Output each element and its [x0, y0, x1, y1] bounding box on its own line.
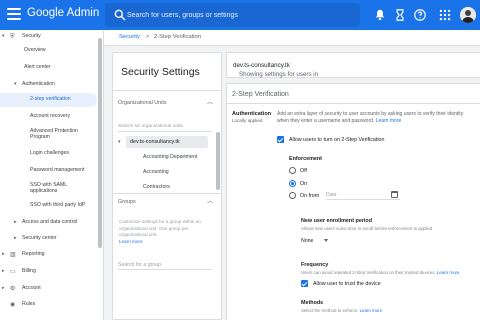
enforcement-off-radio[interactable] [289, 167, 296, 174]
top-app-bar: Google Admin [0, 0, 480, 30]
breadcrumb-current: 2-Step Verification [154, 34, 202, 40]
showing-settings-banner: Showing settings for users in dev.ts-con… [226, 52, 480, 78]
sidebar-item-sso-saml[interactable]: SSO with SAML applications [30, 180, 90, 198]
chevron-down-icon: ▾ [14, 81, 17, 88]
dropdown-arrow-icon [324, 239, 328, 242]
new-user-enrollment-title: New user enrollment period [301, 218, 372, 224]
enforcement-on-from-radio[interactable] [289, 192, 296, 199]
credit-card-icon: ▭ [10, 268, 16, 275]
help-icon[interactable] [413, 8, 427, 22]
authentication-label: Authentication [232, 111, 272, 117]
org-unit-root[interactable]: dev.ts-consultancy.tk [126, 136, 208, 148]
chevron-down-icon: ▾ [2, 33, 5, 40]
sidebar-item-rules[interactable]: ◉ Rules [10, 298, 35, 312]
org-unit-accounting-department[interactable]: Accounting Department [143, 154, 197, 160]
enforcement-off-label: Off [300, 168, 307, 174]
enforcement-on-radio[interactable] [289, 180, 296, 187]
chevron-right-icon: ▸ [2, 268, 5, 275]
nav-scrollbar[interactable] [98, 38, 102, 248]
sidebar-item-account[interactable]: ▸ ⚙ Account [2, 282, 41, 296]
auth-learn-more-link[interactable]: Learn more [376, 118, 402, 124]
account-settings-icon: ⚙ [10, 285, 16, 292]
frequency-learn-more-link[interactable]: Learn more [437, 270, 459, 275]
groups-header: Groups [118, 199, 136, 205]
apps-grid-icon[interactable] [438, 8, 452, 22]
chevron-right-icon: ▸ [14, 219, 17, 226]
methods-learn-more-link[interactable]: Learn more [360, 308, 382, 313]
frequency-description: Users can avoid repeated 2-Step Verifica… [301, 270, 460, 275]
user-avatar-image [460, 7, 476, 23]
trust-device-checkbox[interactable] [301, 280, 308, 287]
sidebar-item-login-challenges[interactable]: Login challenges [30, 147, 69, 161]
enrollment-period-select[interactable]: None [301, 236, 331, 246]
allow-2sv-label: Allow users to turn on 2-Step Verificati… [289, 137, 385, 143]
org-units-scrollbar[interactable] [216, 132, 220, 190]
main-menu-icon[interactable] [7, 8, 21, 22]
sidebar-item-reporting[interactable]: ▸ ▥ Reporting [2, 248, 45, 262]
new-user-enrollment-description: Allows new users some time to enroll bef… [301, 226, 433, 231]
hourglass-icon[interactable] [393, 8, 407, 22]
chevron-right-icon: ▸ [14, 235, 17, 242]
org-unit-contractors[interactable]: Contractors [143, 184, 170, 190]
frequency-title: Frequency [301, 262, 329, 268]
bar-chart-icon: ▥ [10, 251, 16, 258]
collapse-groups-icon[interactable]: ︿ [206, 199, 214, 205]
panel-divider [112, 193, 222, 194]
card-title: 2-Step Verification [232, 91, 289, 98]
groups-description: Customize settings for a group within an… [119, 219, 201, 244]
left-navigation: ▾ ⛨ Security Overview Alert center ▾ Aut… [0, 30, 104, 320]
trust-device-label: Allow user to trust the device [313, 281, 381, 287]
app-logo[interactable]: Google Admin [27, 7, 99, 19]
search-icon [114, 9, 126, 21]
locally-applied-label: Locally applied [232, 118, 263, 123]
sidebar-item-authentication[interactable]: ▾ Authentication [14, 78, 55, 92]
sidebar-item-password-management[interactable]: Password management [30, 164, 85, 178]
search-input[interactable] [127, 6, 352, 24]
sidebar-item-advanced-protection[interactable]: Advanced Protection Program [30, 126, 94, 144]
authentication-description: Add an extra layer of security to user a… [277, 111, 464, 125]
allow-2sv-checkbox[interactable] [277, 136, 284, 143]
card-divider [226, 103, 480, 104]
group-search-input[interactable] [118, 260, 212, 270]
sidebar-item-security[interactable]: ▾ ⛨ Security [0, 30, 98, 44]
sidebar-item-sso-third-party[interactable]: SSO with third party IdP [30, 199, 85, 213]
breadcrumb: Security > 2-Step Verification [104, 30, 480, 46]
panel-divider [112, 90, 222, 91]
groups-learn-more-link[interactable]: Learn more [119, 239, 143, 244]
shield-icon: ⛨ [10, 33, 15, 40]
page-title: Security Settings [121, 66, 200, 78]
search-box[interactable] [105, 3, 360, 27]
rules-icon: ◉ [10, 301, 16, 308]
user-avatar[interactable] [460, 7, 476, 23]
enforcement-date-input[interactable] [326, 191, 400, 200]
sidebar-item-overview[interactable]: Overview [24, 44, 46, 58]
sidebar-item-alert-center[interactable]: Alert center [24, 61, 51, 75]
methods-title: Methods [301, 300, 324, 306]
sidebar-item-billing[interactable]: ▸ ▭ Billing [2, 265, 36, 279]
sidebar-item-account-recovery[interactable]: Account recovery [30, 110, 70, 124]
sidebar-item-2-step-verification[interactable]: 2-step verification [0, 93, 97, 107]
chevron-right-icon: ▸ [2, 251, 5, 258]
chevron-right-icon: ▸ [2, 285, 5, 292]
current-org-unit: dev.ts-consultancy.tk [233, 62, 290, 69]
org-units-search-input[interactable] [118, 122, 212, 132]
enforcement-title: Enforcement [289, 156, 322, 162]
breadcrumb-security-link[interactable]: Security [119, 34, 140, 40]
chevron-down-icon[interactable]: ▾ [118, 139, 121, 145]
enforcement-on-from-label: On from [300, 193, 320, 199]
methods-description: Select the method to enforce. Learn more [301, 308, 383, 313]
calendar-icon[interactable] [391, 191, 398, 198]
org-units-header: Organizational Units [118, 100, 167, 106]
collapse-org-units-icon[interactable]: ︿ [206, 100, 214, 106]
sidebar-item-access-data-control[interactable]: ▸ Access and data control [14, 216, 77, 230]
enforcement-on-label: On [300, 181, 308, 187]
sidebar-item-security-center[interactable]: ▸ Security center [14, 232, 57, 246]
breadcrumb-separator: > [146, 34, 150, 40]
notifications-bell-icon[interactable] [373, 8, 387, 22]
org-unit-accounting[interactable]: Accounting [143, 169, 169, 175]
